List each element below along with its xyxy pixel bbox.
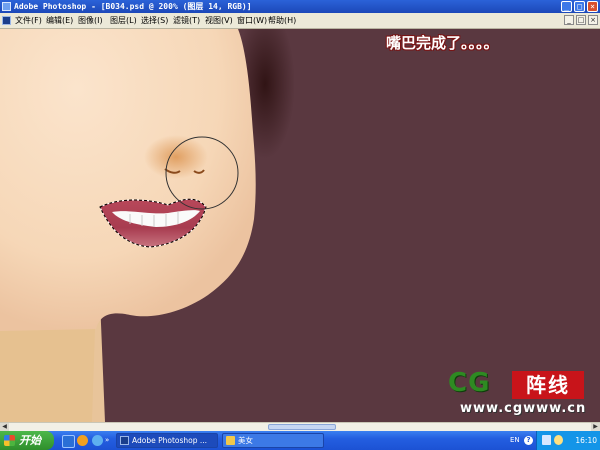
watermark-tag: 阵线 — [512, 371, 584, 399]
watermark-logo: CG — [448, 368, 491, 398]
menu-view[interactable]: 视图(V) — [205, 13, 233, 28]
volume-icon[interactable] — [554, 435, 563, 445]
watermark: CG 阵线 www.cgwww.cn — [446, 368, 590, 420]
menu-edit[interactable]: 编辑(E) — [46, 13, 73, 28]
document-canvas[interactable]: 嘴巴完成了。。。。 CG 阵线 www.cgwww.cn — [0, 29, 600, 422]
task-folder-label: 美女 — [238, 436, 253, 445]
menu-window[interactable]: 窗口(W) — [237, 13, 267, 28]
start-button[interactable]: 开始 — [0, 431, 54, 450]
system-tray: 16:10 — [536, 431, 600, 450]
menu-layer[interactable]: 图层(L) — [110, 13, 137, 28]
media-player-icon[interactable] — [92, 435, 103, 446]
photoshop-task-icon — [120, 436, 129, 445]
minimize-button[interactable]: _ — [561, 1, 572, 12]
window-title: Adobe Photoshop - [B034.psd @ 200% (图层 1… — [14, 2, 252, 11]
scroll-right-arrow-icon[interactable]: ▶ — [591, 423, 600, 431]
face-shape — [0, 29, 256, 331]
maximize-button[interactable]: □ — [574, 1, 585, 12]
menu-filter[interactable]: 滤镜(T) — [173, 13, 200, 28]
menu-file[interactable]: 文件(F) — [15, 13, 42, 28]
photoshop-app-icon[interactable] — [2, 2, 11, 11]
taskbar: 开始 » Adobe Photoshop ... 美女 EN ? 16:10 — [0, 431, 600, 450]
watermark-url: www.cgwww.cn — [460, 401, 587, 416]
task-photoshop-label: Adobe Photoshop ... — [132, 436, 208, 445]
horizontal-scrollbar[interactable]: ◀ ▶ — [0, 422, 600, 431]
quicklaunch-expand-icon[interactable]: » — [105, 436, 111, 444]
menu-bar: 文件(F) 编辑(E) 图像(I) 图层(L) 选择(S) 滤镜(T) 视图(V… — [0, 13, 600, 29]
doc-close-button[interactable]: × — [588, 15, 598, 25]
start-label: 开始 — [19, 434, 41, 447]
language-help-icon[interactable]: ? — [524, 436, 533, 445]
window-controls: _ □ × — [561, 1, 598, 12]
window-title-bar[interactable]: Adobe Photoshop - [B034.psd @ 200% (图层 1… — [0, 0, 600, 13]
doc-minimize-button[interactable]: _ — [564, 15, 574, 25]
network-icon[interactable] — [542, 435, 551, 445]
task-photoshop[interactable]: Adobe Photoshop ... — [116, 433, 218, 448]
step-caption: 嘴巴完成了。。。。 — [386, 34, 499, 52]
face-artwork — [0, 29, 295, 422]
menu-select[interactable]: 选择(S) — [141, 13, 168, 28]
windows-flag-icon — [4, 435, 15, 446]
document-controls: _ □ × — [564, 15, 598, 25]
clock[interactable]: 16:10 — [575, 431, 597, 450]
language-indicator[interactable]: EN — [510, 431, 520, 450]
folder-icon — [226, 436, 235, 445]
menu-image[interactable]: 图像(I) — [78, 13, 103, 28]
task-folder[interactable]: 美女 — [222, 433, 324, 448]
close-button[interactable]: × — [587, 1, 598, 12]
browser-icon[interactable] — [77, 435, 88, 446]
scroll-thumb[interactable] — [268, 424, 336, 430]
document-icon[interactable] — [2, 16, 11, 25]
show-desktop-icon[interactable] — [62, 435, 75, 448]
scroll-left-arrow-icon[interactable]: ◀ — [0, 423, 9, 431]
shoulder-shape — [0, 329, 95, 422]
menu-help[interactable]: 帮助(H) — [268, 13, 296, 28]
doc-restore-button[interactable]: □ — [576, 15, 586, 25]
